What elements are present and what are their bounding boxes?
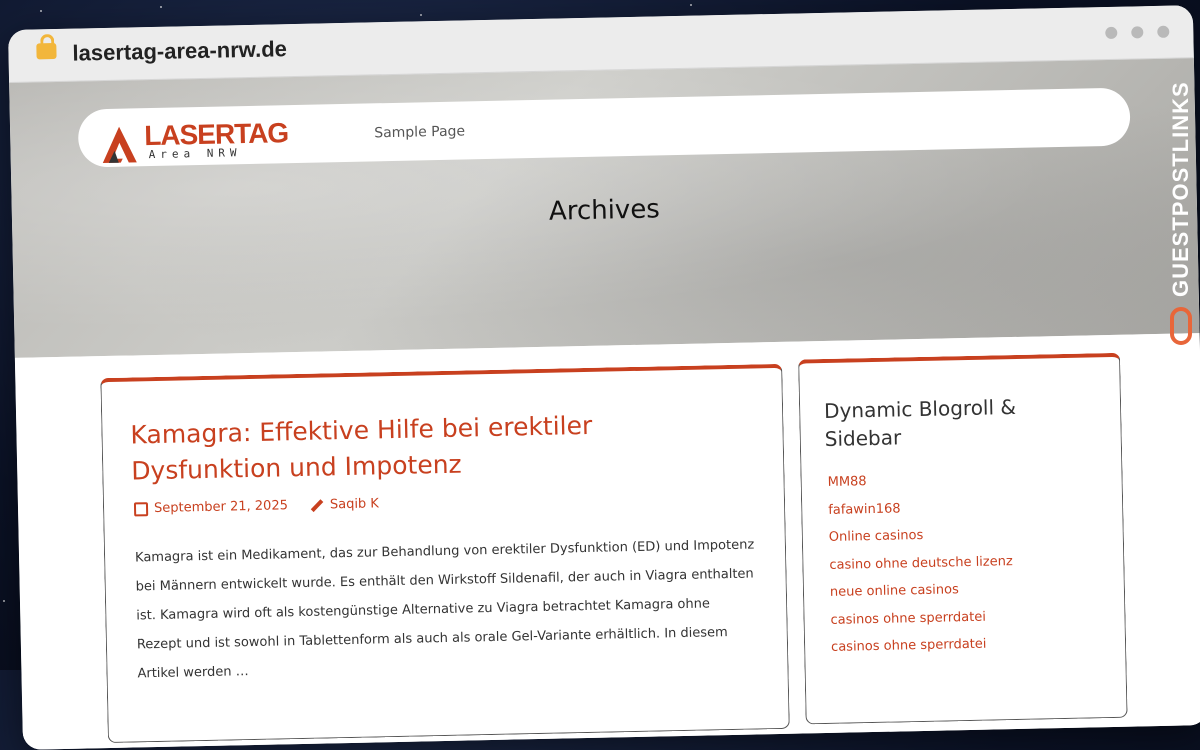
guestpostlinks-watermark: GUESTPOSTLINKS [1164, 55, 1200, 355]
post-title-link[interactable]: Kamagra: Effektive Hilfe bei erektiler D… [130, 406, 691, 490]
post-date[interactable]: September 21, 2025 [133, 498, 289, 517]
window-dot-icon[interactable] [1157, 25, 1170, 38]
blogroll-link[interactable]: casinos ohne sperrdatei [830, 603, 1014, 634]
window-controls [1105, 25, 1170, 40]
page-title: Archives [548, 194, 661, 227]
post-date-text: September 21, 2025 [153, 498, 289, 517]
blogroll-link[interactable]: Online casinos [829, 520, 1013, 551]
lock-icon [36, 42, 57, 60]
post-card: Kamagra: Effektive Hilfe bei erektiler D… [100, 363, 790, 744]
window-dot-icon[interactable] [1105, 26, 1118, 40]
site-logo[interactable]: LASERTAG Area NRW [100, 117, 288, 168]
pencil-icon [310, 498, 324, 512]
post-author-text: Saqib K [329, 496, 380, 513]
browser-window: lasertag-area-nrw.de LASERTAG Area NRW S… [8, 5, 1200, 750]
post-excerpt: Kamagra ist ein Medikament, das zur Beha… [134, 537, 755, 682]
watermark-text: GUESTPOSTLINKS [1168, 81, 1193, 297]
site-navbar: LASERTAG Area NRW Sample Page [77, 87, 1131, 168]
post-meta: September 21, 2025 Saqib K [133, 496, 379, 517]
post-author[interactable]: Saqib K [310, 496, 379, 512]
window-dot-icon[interactable] [1131, 26, 1144, 39]
sidebar-title: Dynamic Blogroll & Sidebar [823, 394, 1017, 451]
sidebar-widget: Dynamic Blogroll & Sidebar MM88 fafawin1… [798, 352, 1128, 725]
blogroll-link[interactable]: MM88 [827, 465, 1011, 496]
blogroll-link[interactable]: casinos ohne sperrdatei [831, 630, 1015, 661]
logo-mark-icon [102, 126, 137, 164]
main-content: Kamagra: Effektive Hilfe bei erektiler D… [14, 333, 1200, 750]
blogroll-list: MM88 fafawin168 Online casinos casino oh… [827, 465, 1014, 661]
chain-link-icon [1170, 307, 1192, 345]
hero-banner: LASERTAG Area NRW Sample Page Archives [9, 58, 1200, 358]
blogroll-link[interactable]: neue online casinos [830, 575, 1014, 606]
blogroll-link[interactable]: casino ohne deutsche lizenz [829, 548, 1013, 579]
nav-link-sample-page[interactable]: Sample Page [374, 123, 465, 141]
logo-subtitle: Area NRW [148, 146, 242, 162]
blogroll-link[interactable]: fafawin168 [828, 493, 1012, 524]
calendar-icon [133, 501, 149, 516]
address-bar-url[interactable]: lasertag-area-nrw.de [72, 36, 287, 66]
